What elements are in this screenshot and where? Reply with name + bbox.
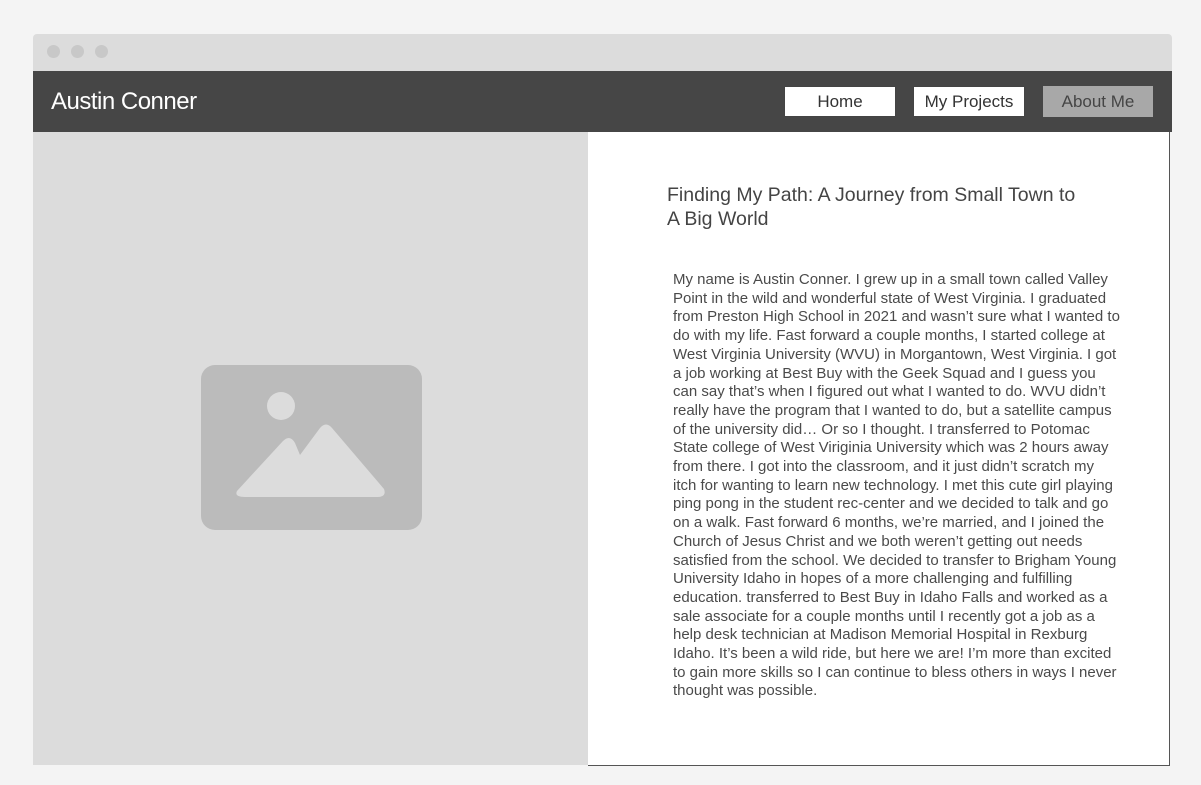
site-navbar: Austin Conner Home My Projects About Me bbox=[33, 71, 1172, 132]
window-minimize-dot[interactable] bbox=[71, 45, 84, 58]
hero-image-pane bbox=[33, 132, 588, 765]
about-content-pane: Finding My Path: A Journey from Small To… bbox=[588, 132, 1170, 766]
article-body: My name is Austin Conner. I grew up in a… bbox=[673, 271, 1120, 700]
article-title: Finding My Path: A Journey from Small To… bbox=[667, 184, 1076, 230]
nav-home-button[interactable]: Home bbox=[784, 86, 896, 117]
window-close-dot[interactable] bbox=[47, 45, 60, 58]
nav-about-button[interactable]: About Me bbox=[1043, 86, 1153, 117]
window-maximize-dot[interactable] bbox=[95, 45, 108, 58]
browser-window: Austin Conner Home My Projects About Me … bbox=[33, 34, 1172, 785]
image-placeholder-icon bbox=[201, 365, 422, 530]
window-titlebar bbox=[33, 34, 1172, 71]
nav-projects-button[interactable]: My Projects bbox=[913, 86, 1025, 117]
site-brand[interactable]: Austin Conner bbox=[51, 88, 197, 116]
